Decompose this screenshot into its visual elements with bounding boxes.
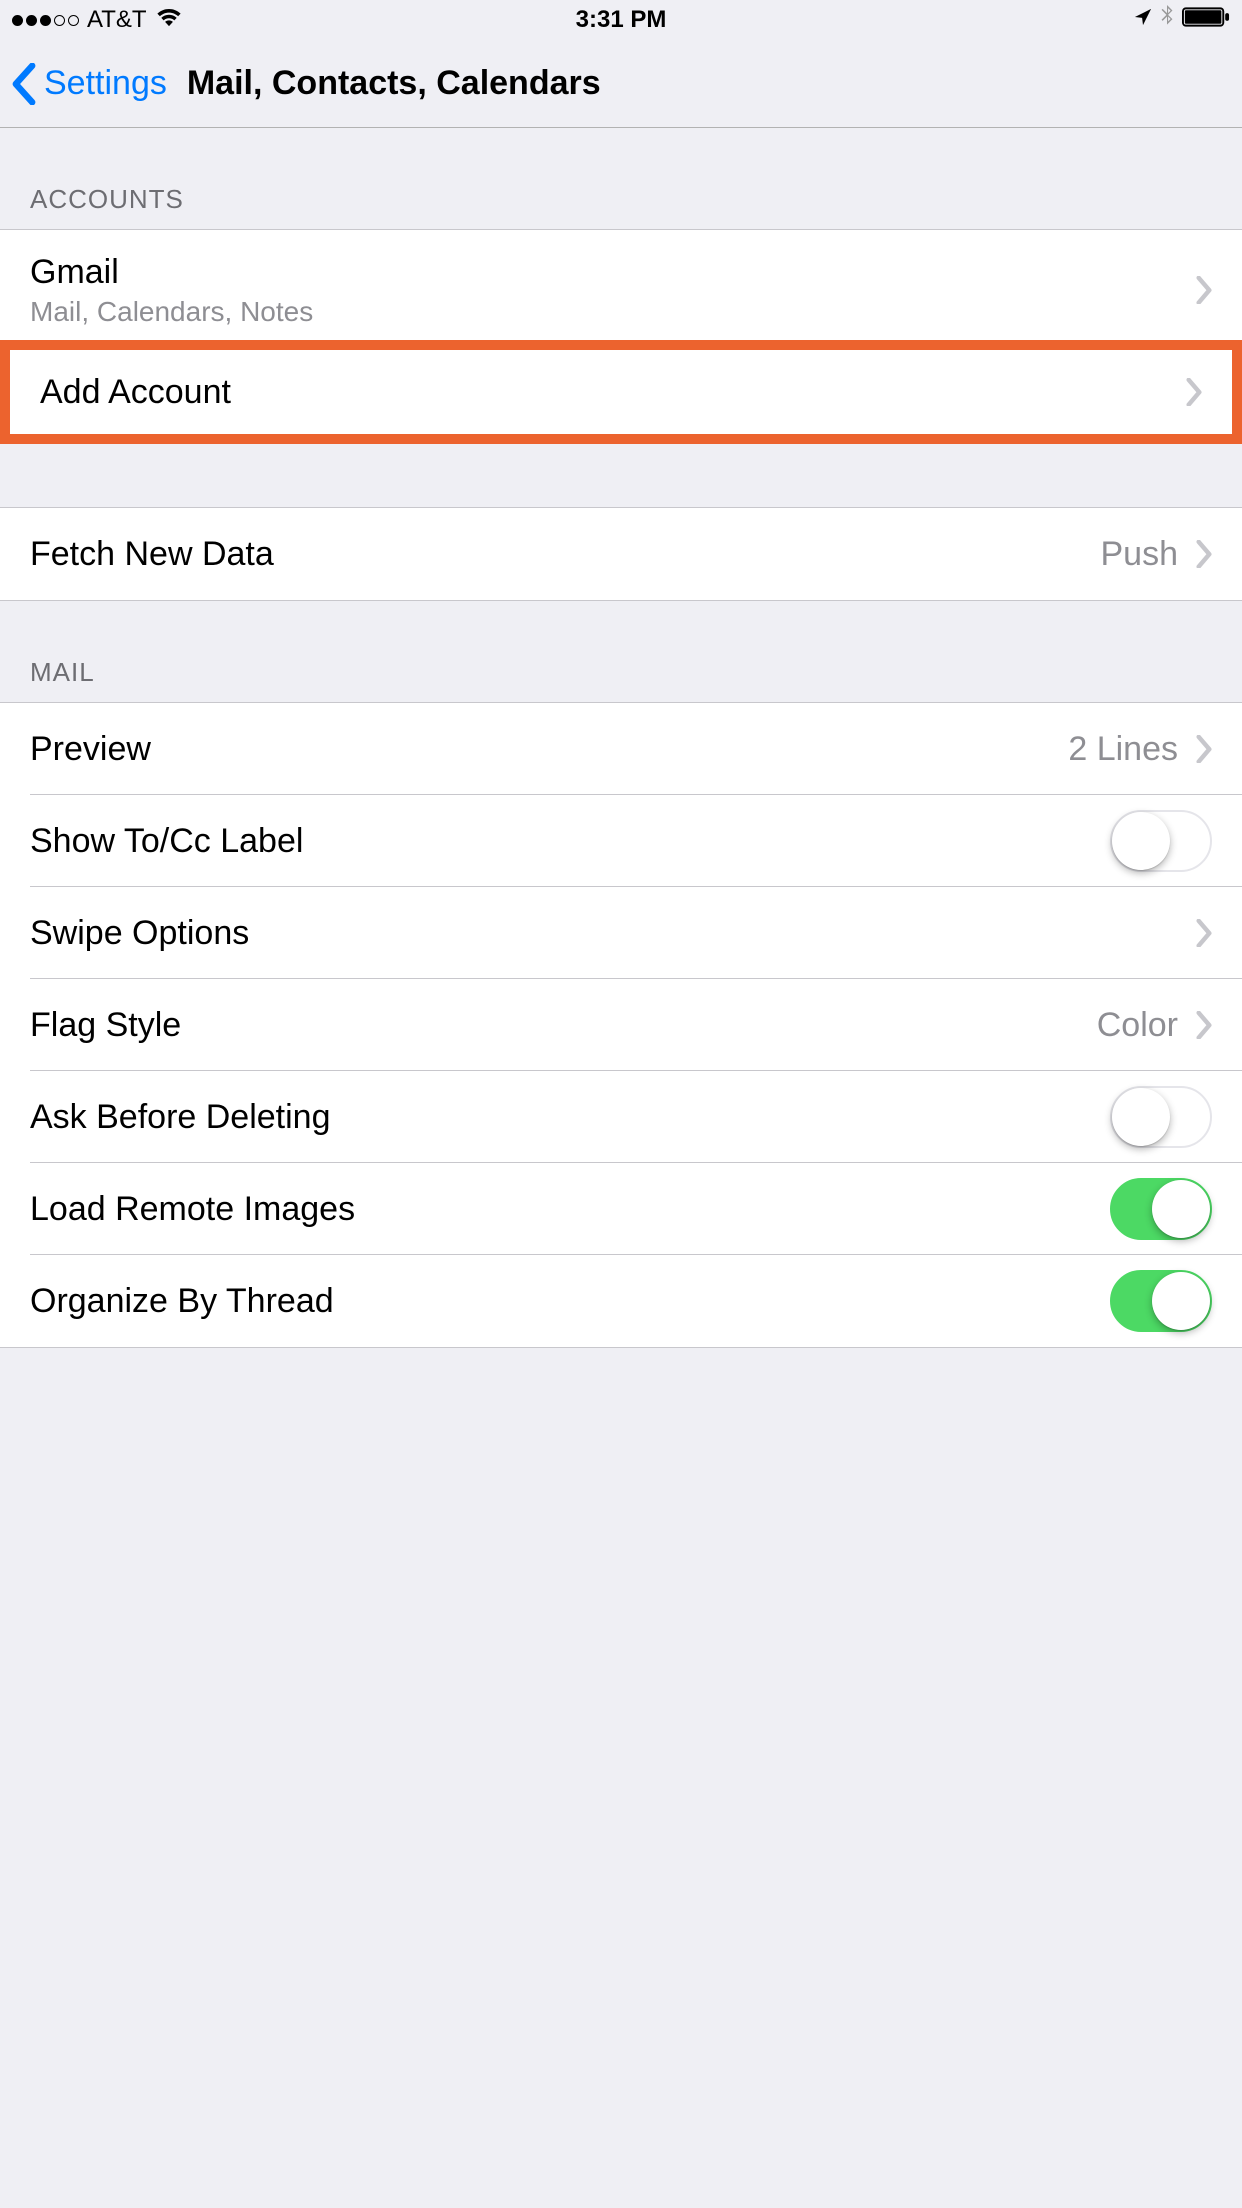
add-account-label: Add Account — [40, 373, 1186, 412]
flag-style-label: Flag Style — [30, 1006, 1097, 1045]
swipe-options-label: Swipe Options — [30, 914, 1196, 953]
page-title: Mail, Contacts, Calendars — [187, 64, 601, 103]
chevron-right-icon — [1196, 919, 1212, 947]
fetch-group: Fetch New Data Push — [0, 507, 1242, 601]
status-bar: AT&T 3:31 PM — [0, 0, 1242, 40]
organize-by-thread-label: Organize By Thread — [30, 1282, 1110, 1321]
status-time: 3:31 PM — [576, 6, 667, 34]
chevron-right-icon — [1186, 378, 1202, 406]
fetch-label: Fetch New Data — [30, 535, 1101, 574]
flag-style-row[interactable]: Flag Style Color — [0, 979, 1242, 1071]
bluetooth-icon — [1160, 5, 1174, 35]
mail-group: Preview 2 Lines Show To/Cc Label Swipe O… — [0, 702, 1242, 1348]
show-tocc-toggle[interactable] — [1110, 810, 1212, 872]
section-header-accounts: ACCOUNTS — [0, 128, 1242, 229]
load-remote-images-toggle[interactable] — [1110, 1178, 1212, 1240]
content: ACCOUNTS Gmail Mail, Calendars, Notes Ad… — [0, 128, 1242, 1348]
section-header-mail: MAIL — [0, 601, 1242, 702]
location-icon — [1134, 8, 1152, 32]
flag-style-value: Color — [1097, 1006, 1178, 1045]
account-title: Gmail — [30, 253, 1196, 292]
account-subtitle: Mail, Calendars, Notes — [30, 296, 1196, 328]
back-label: Settings — [44, 64, 167, 103]
add-account-row[interactable]: Add Account — [10, 350, 1232, 434]
accounts-group: Gmail Mail, Calendars, Notes Add Account — [0, 229, 1242, 435]
account-gmail-row[interactable]: Gmail Mail, Calendars, Notes — [0, 230, 1242, 350]
signal-strength-icon — [12, 15, 79, 26]
chevron-left-icon — [12, 63, 36, 105]
chevron-right-icon — [1196, 540, 1212, 568]
wifi-icon — [155, 6, 183, 34]
chevron-right-icon — [1196, 276, 1212, 304]
show-tocc-label: Show To/Cc Label — [30, 822, 1110, 861]
ask-before-deleting-label: Ask Before Deleting — [30, 1098, 1110, 1137]
nav-bar: Settings Mail, Contacts, Calendars — [0, 40, 1242, 128]
load-remote-images-row: Load Remote Images — [0, 1163, 1242, 1255]
preview-row[interactable]: Preview 2 Lines — [0, 703, 1242, 795]
preview-value: 2 Lines — [1068, 730, 1178, 769]
status-right — [1134, 5, 1230, 35]
fetch-value: Push — [1101, 535, 1179, 574]
show-tocc-row: Show To/Cc Label — [0, 795, 1242, 887]
ask-before-deleting-row: Ask Before Deleting — [0, 1071, 1242, 1163]
ask-before-deleting-toggle[interactable] — [1110, 1086, 1212, 1148]
organize-by-thread-toggle[interactable] — [1110, 1270, 1212, 1332]
chevron-right-icon — [1196, 1011, 1212, 1039]
preview-label: Preview — [30, 730, 1068, 769]
back-button[interactable]: Settings — [12, 63, 167, 105]
add-account-highlight: Add Account — [0, 340, 1242, 444]
swipe-options-row[interactable]: Swipe Options — [0, 887, 1242, 979]
chevron-right-icon — [1196, 735, 1212, 763]
status-left: AT&T — [12, 6, 183, 34]
fetch-new-data-row[interactable]: Fetch New Data Push — [0, 508, 1242, 600]
carrier-label: AT&T — [87, 6, 147, 34]
load-remote-images-label: Load Remote Images — [30, 1190, 1110, 1229]
battery-icon — [1182, 6, 1230, 34]
organize-by-thread-row: Organize By Thread — [0, 1255, 1242, 1347]
